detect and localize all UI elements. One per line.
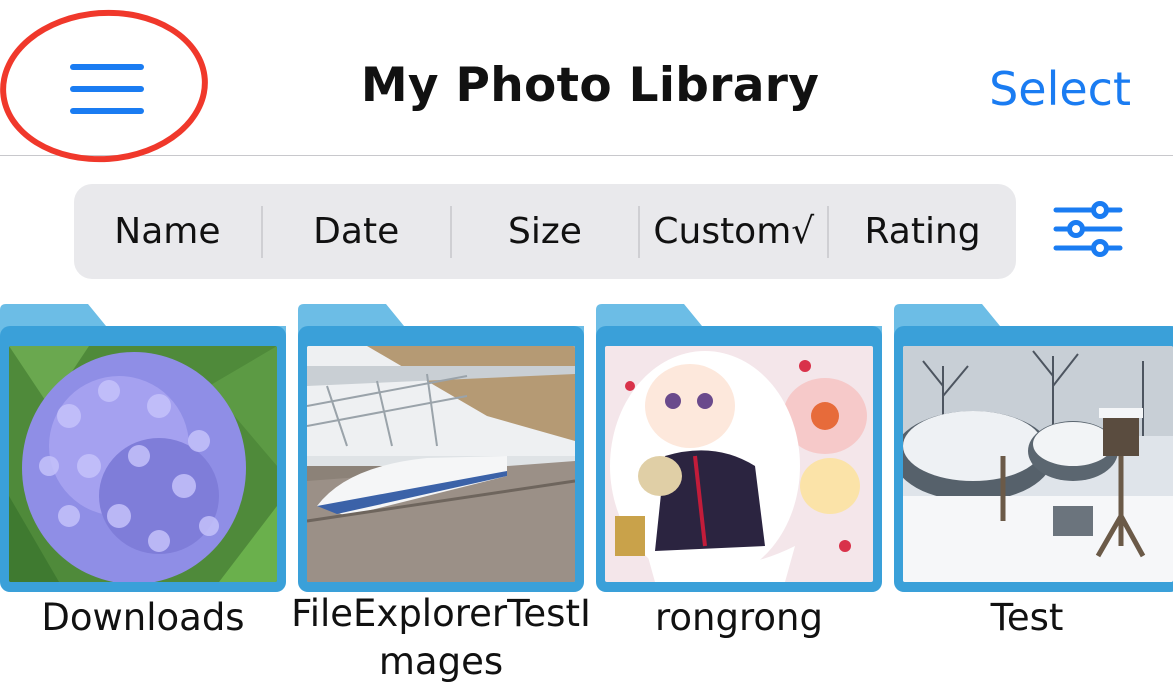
sort-option-date[interactable]: Date bbox=[263, 204, 450, 260]
navigation-bar: My Photo Library Select bbox=[0, 0, 1173, 170]
folder-icon bbox=[596, 304, 882, 592]
folder-name: Test bbox=[990, 596, 1064, 639]
sliders-icon bbox=[1053, 201, 1123, 257]
folder-test[interactable]: Test bbox=[894, 304, 1173, 690]
menu-button[interactable] bbox=[66, 60, 148, 118]
filter-settings-button[interactable] bbox=[1052, 200, 1124, 260]
hydrangea-thumbnail bbox=[9, 346, 277, 582]
folder-rongrong[interactable]: rongrong bbox=[596, 304, 886, 690]
sort-segmented-control: Name Date Size Custom√ Rating bbox=[74, 184, 1016, 279]
folder-name: FileExplorerTestImages bbox=[291, 592, 591, 683]
sort-option-size[interactable]: Size bbox=[452, 204, 639, 260]
hamburger-menu-icon bbox=[70, 64, 144, 70]
folder-name: Downloads bbox=[41, 596, 245, 639]
folder-icon bbox=[894, 304, 1173, 592]
folder-name: rongrong bbox=[655, 596, 823, 639]
folder-downloads[interactable]: Downloads bbox=[0, 304, 290, 690]
sort-option-name[interactable]: Name bbox=[74, 204, 261, 260]
hamburger-menu-icon-bar bbox=[70, 86, 144, 92]
train-station-thumbnail bbox=[307, 346, 575, 582]
page-title: My Photo Library bbox=[360, 58, 820, 113]
folder-icon bbox=[0, 304, 286, 592]
folder-file-explorer-test-images[interactable]: FileExplorerTestImages bbox=[291, 304, 591, 690]
sort-option-custom[interactable]: Custom√ bbox=[640, 204, 827, 260]
snow-garden-thumbnail bbox=[903, 346, 1173, 582]
hamburger-menu-icon-bar bbox=[70, 108, 144, 114]
anime-illustration-thumbnail bbox=[605, 346, 873, 582]
select-button[interactable]: Select bbox=[989, 62, 1131, 116]
folder-icon bbox=[298, 304, 584, 592]
sort-option-rating[interactable]: Rating bbox=[829, 204, 1016, 260]
